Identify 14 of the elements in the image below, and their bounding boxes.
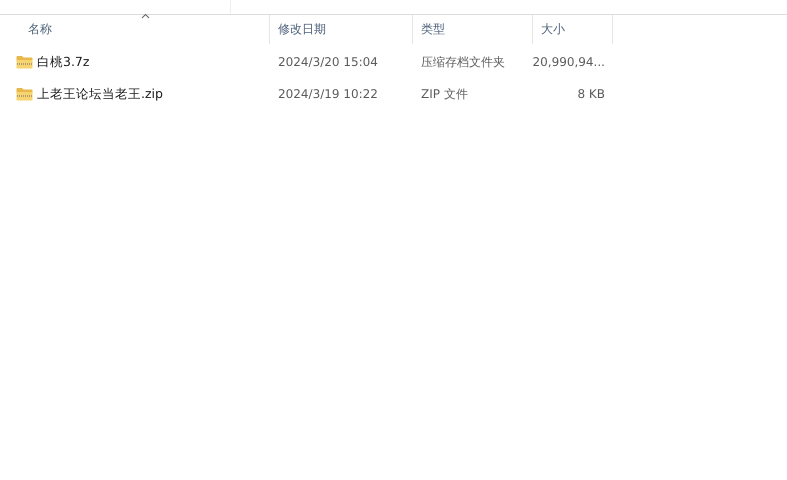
file-name[interactable]: 白桃3.7z xyxy=(37,54,90,70)
column-header[interactable]: 修改日期 xyxy=(270,15,413,44)
table-cell-text: 2024/3/20 15:04 xyxy=(277,55,379,69)
column-header[interactable]: 类型 xyxy=(413,15,533,44)
table-cell-text: ZIP 文件 xyxy=(420,86,469,102)
column-header[interactable]: 大小 xyxy=(533,15,613,44)
column-header[interactable]: 名称 xyxy=(0,15,270,44)
zip-folder-icon xyxy=(16,87,33,101)
table-cell-text: 压缩存档文件夹 xyxy=(420,54,506,70)
table-cell-text: 2024/3/19 10:22 xyxy=(277,87,379,101)
table-cell-text: 20,990,94... xyxy=(533,55,606,69)
table-cell-text: 8 KB xyxy=(576,87,606,101)
file-name[interactable]: 上老王论坛当老王.zip xyxy=(37,86,163,102)
zip-folder-icon xyxy=(16,55,33,69)
